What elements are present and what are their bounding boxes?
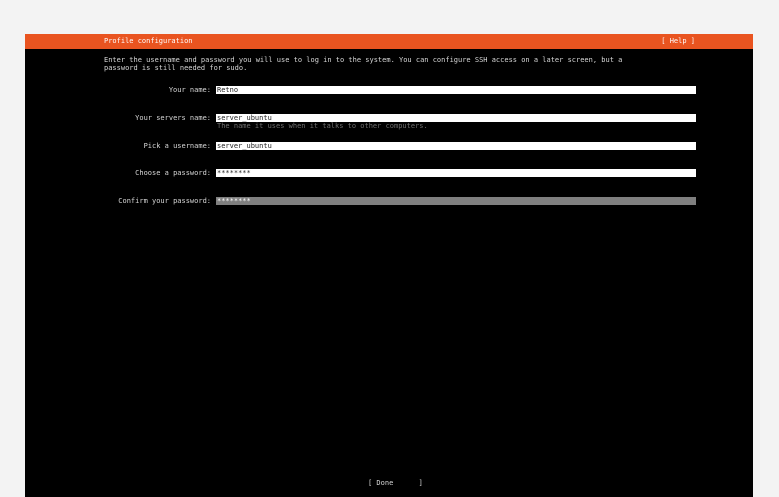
confirm-password-label: Confirm your password: xyxy=(118,197,211,205)
your-name-field[interactable]: Retno xyxy=(216,86,696,94)
username-field[interactable]: server_ubuntu xyxy=(216,142,696,150)
confirm-password-field[interactable]: ******** xyxy=(216,197,696,205)
password-field[interactable]: ******** xyxy=(216,169,696,177)
server-name-label: Your servers name: xyxy=(135,114,211,122)
server-name-hint: The name it uses when it talks to other … xyxy=(217,122,428,130)
page-title: Profile configuration xyxy=(104,37,193,45)
your-name-label: Your name: xyxy=(168,86,211,94)
intro-text: Enter the username and password you will… xyxy=(104,56,623,72)
done-button[interactable]: [ Done ] xyxy=(368,479,423,488)
installer-screen: Profile configuration [ Help ] Enter the… xyxy=(25,34,753,497)
password-label: Choose a password: xyxy=(135,169,211,177)
help-button[interactable]: [ Help ] xyxy=(661,34,695,49)
title-bar: Profile configuration [ Help ] xyxy=(25,34,753,49)
server-name-field[interactable]: server_ubuntu xyxy=(216,114,696,122)
username-label: Pick a username: xyxy=(143,142,211,150)
